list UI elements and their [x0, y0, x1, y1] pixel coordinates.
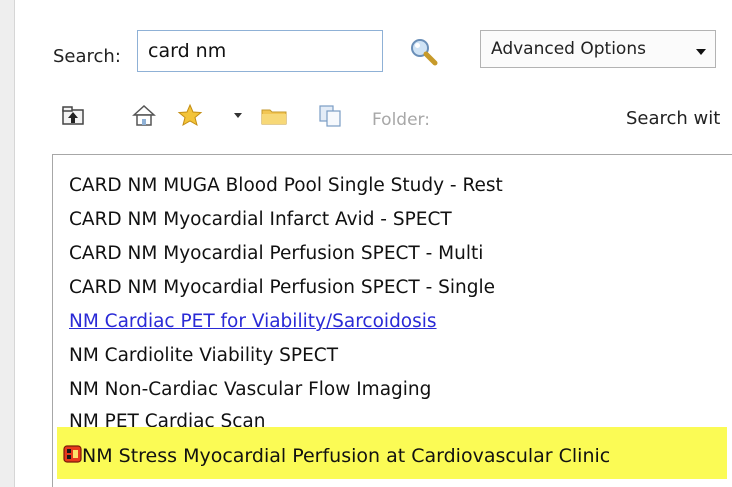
up-level-icon[interactable]	[60, 100, 86, 134]
left-rail	[0, 0, 15, 487]
copy-icon[interactable]	[316, 100, 346, 134]
search-icon[interactable]	[408, 36, 440, 68]
folder-label: Folder:	[372, 110, 430, 130]
search-label: Search:	[53, 46, 121, 67]
list-item[interactable]: CARD NM MUGA Blood Pool Single Study - R…	[69, 175, 503, 196]
list-item[interactable]: NM Non-Cardiac Vascular Flow Imaging	[69, 379, 431, 400]
order-set-icon	[63, 445, 82, 463]
advanced-options-dropdown[interactable]: Advanced Options	[480, 30, 716, 68]
favorites-star-icon[interactable]	[176, 100, 204, 134]
list-item[interactable]: CARD NM Myocardial Perfusion SPECT - Sin…	[69, 277, 495, 298]
search-input[interactable]	[137, 30, 383, 72]
folder-icon[interactable]	[259, 100, 289, 134]
chevron-down-icon	[695, 43, 707, 62]
list-item-link[interactable]: NM Cardiac PET for Viability/Sarcoidosis	[69, 311, 437, 332]
home-icon[interactable]	[131, 100, 157, 134]
favorites-dropdown-icon[interactable]	[233, 100, 243, 134]
list-item[interactable]: CARD NM Myocardial Perfusion SPECT - Mul…	[69, 243, 483, 264]
list-item[interactable]: CARD NM Myocardial Infarct Avid - SPECT	[69, 209, 452, 230]
results-list: CARD NM MUGA Blood Pool Single Study - R…	[52, 154, 732, 487]
search-within-label: Search wit	[626, 108, 721, 129]
advanced-options-label: Advanced Options	[491, 39, 646, 59]
list-item[interactable]: NM Cardiolite Viability SPECT	[69, 345, 338, 366]
highlighted-item-label: NM Stress Myocardial Perfusion at Cardio…	[82, 445, 611, 467]
